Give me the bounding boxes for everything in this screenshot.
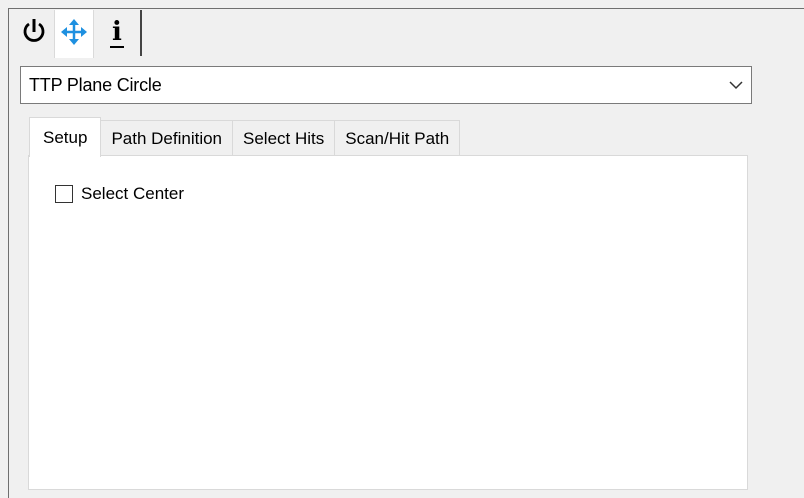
info-tab[interactable]: i — [94, 10, 142, 56]
tab-strip: Setup Path Definition Select Hits Scan/H… — [29, 117, 461, 157]
setup-panel: Select Center — [28, 155, 748, 490]
feature-type-dropdown[interactable]: TTP Plane Circle — [20, 66, 752, 104]
select-center-checkbox[interactable] — [55, 185, 73, 203]
feature-type-value: TTP Plane Circle — [29, 74, 162, 95]
chevron-down-icon[interactable] — [721, 67, 751, 103]
info-icon: i — [110, 16, 124, 48]
tab-scan-hit-path[interactable]: Scan/Hit Path — [334, 120, 461, 156]
select-center-label: Select Center — [81, 184, 184, 203]
tab-setup[interactable]: Setup — [29, 117, 102, 157]
power-tab[interactable] — [14, 10, 54, 56]
move-tab[interactable] — [54, 10, 94, 58]
icon-toolbar: i — [14, 10, 142, 58]
tab-select-hits[interactable]: Select Hits — [232, 120, 336, 156]
move-arrows-icon — [61, 18, 87, 51]
power-icon — [22, 17, 46, 50]
tab-path-definition[interactable]: Path Definition — [100, 120, 234, 156]
select-center-option[interactable]: Select Center — [55, 184, 184, 204]
